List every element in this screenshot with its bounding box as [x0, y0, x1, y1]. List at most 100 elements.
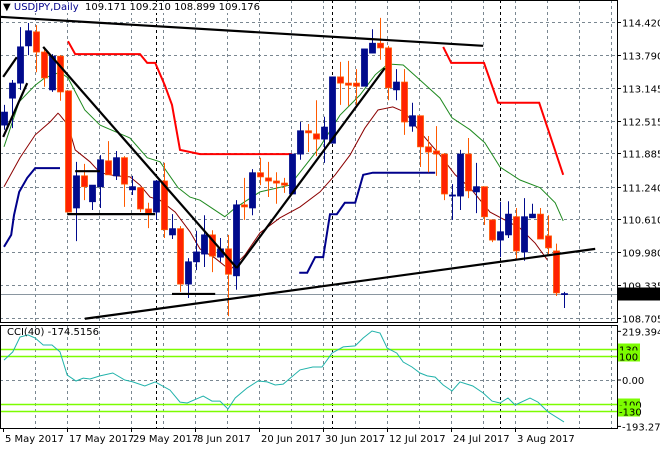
price-axis-label: 108.705	[622, 315, 660, 326]
bear-candle-body	[345, 82, 352, 86]
bear-candle-body	[353, 82, 360, 87]
bear-candle-body	[465, 153, 472, 192]
bear-candle-body	[81, 175, 88, 188]
bear-candle-body	[137, 187, 144, 210]
cci-label: CCI(40) -174.5156	[7, 327, 99, 338]
bear-candle-body	[305, 130, 312, 134]
current-price-label: 109.176	[620, 291, 660, 302]
close-value: 109.176	[218, 2, 260, 13]
bull-candle-body	[329, 76, 336, 144]
bear-candle-body	[553, 250, 560, 294]
moving-average-fast-line	[3, 63, 564, 222]
bear-candle-body	[33, 31, 40, 53]
bull-candle-body	[193, 251, 200, 263]
bull-candle-body	[1, 111, 8, 126]
bull-candle-body	[297, 130, 304, 155]
bull-candle-body	[289, 153, 296, 195]
cci-level-label: 100	[619, 353, 638, 364]
bear-candle-body	[65, 90, 72, 213]
high-value: 109.210	[129, 2, 171, 13]
bull-candle-body	[361, 48, 368, 87]
bull-candle-body	[369, 42, 376, 54]
bear-candle-body	[489, 219, 496, 241]
bull-candle-body	[25, 30, 32, 47]
bear-candle-body	[281, 182, 288, 186]
symbol-label: USDJPY,Daily	[13, 2, 79, 13]
bear-candle-body	[401, 81, 408, 123]
bull-candle-body	[73, 175, 80, 209]
bear-candle-body	[57, 55, 64, 93]
date-axis-label: 5 May 2017	[5, 434, 64, 445]
open-value: 109.171	[84, 2, 127, 13]
upper-channel-line	[67, 40, 292, 156]
bull-candle-body	[321, 126, 328, 140]
cci-name: CCI(40)	[7, 327, 45, 338]
date-axis-label: 20 Jun 2017	[261, 434, 321, 445]
bear-candle-body	[537, 213, 544, 240]
trendline	[42, 46, 238, 269]
bear-candle-body	[257, 172, 264, 178]
cci-axis-label: 219.3942	[622, 327, 660, 338]
trendline	[0, 15, 484, 47]
bear-candle-body	[273, 180, 280, 184]
chart-header: ▼ USDJPY,Daily 109.171 109.210 108.899 1…	[3, 2, 260, 13]
bull-candle-body	[113, 157, 120, 177]
bull-candle-body	[89, 184, 96, 203]
bear-candle-body	[337, 76, 344, 84]
bull-candle-body	[153, 180, 160, 213]
date-axis-label: 29 May 2017	[133, 434, 198, 445]
bear-candle-body	[481, 186, 488, 218]
bull-candle-body	[97, 159, 104, 188]
bear-candle-body	[385, 47, 392, 89]
cci-axis-label: -193.2732	[622, 422, 660, 433]
bull-candle-body	[449, 194, 456, 197]
bull-candle-body	[393, 81, 400, 91]
bear-candle-body	[313, 133, 320, 140]
bull-candle-body	[201, 234, 208, 255]
bear-candle-body	[433, 150, 440, 155]
date-axis-label: 30 Jun 2017	[325, 434, 385, 445]
trendline	[2, 56, 18, 78]
bull-candle-body	[521, 216, 528, 253]
bull-candle-body	[249, 172, 256, 209]
price-axis-label: 109.980	[622, 249, 660, 260]
price-axis-label: 113.790	[622, 52, 660, 63]
bull-candle-body	[561, 293, 568, 296]
cci-axis-label: 0.00	[622, 376, 644, 387]
low-value: 108.899	[174, 2, 216, 13]
bear-candle-body	[265, 177, 272, 182]
bear-candle-body	[377, 42, 384, 49]
collapse-triangle-icon[interactable]: ▼	[3, 2, 11, 13]
price-axis-label: 111.885	[622, 150, 660, 161]
bear-candle-body	[241, 204, 248, 208]
bull-candle-body	[169, 228, 176, 236]
cci-line	[3, 330, 565, 423]
cci-value: -174.5156	[47, 327, 99, 338]
bull-candle-body	[473, 186, 480, 193]
bull-candle-body	[505, 213, 512, 236]
bull-candle-body	[129, 186, 136, 191]
date-axis-label: 17 May 2017	[69, 434, 134, 445]
date-axis-label: 8 Jun 2017	[197, 434, 251, 445]
cci-pane-frame	[0, 325, 618, 429]
bear-candle-body	[441, 153, 448, 195]
date-axis-label: 12 Jul 2017	[389, 434, 446, 445]
chart-canvas[interactable]: 114.420 113.790 113.145 112.515 111.885 111.2…	[0, 0, 660, 450]
price-axis-label: 114.420	[622, 19, 660, 30]
bull-candle-body	[457, 153, 464, 197]
bull-candle-body	[17, 46, 24, 84]
bull-candle-body	[497, 231, 504, 241]
bear-candle-body	[425, 146, 432, 153]
date-axis-label: 24 Jul 2017	[453, 434, 510, 445]
price-axis-label: 110.610	[622, 216, 660, 227]
cci-level-label: -130	[619, 408, 642, 419]
price-axis-label: 111.240	[622, 184, 660, 195]
bear-candle-body	[41, 51, 48, 79]
bull-candle-body	[185, 261, 192, 285]
bear-candle-body	[513, 216, 520, 252]
bear-candle-body	[545, 235, 552, 249]
bull-candle-body	[529, 213, 536, 219]
bull-candle-body	[9, 82, 16, 99]
bear-candle-body	[417, 115, 424, 148]
bear-candle-body	[145, 208, 152, 214]
